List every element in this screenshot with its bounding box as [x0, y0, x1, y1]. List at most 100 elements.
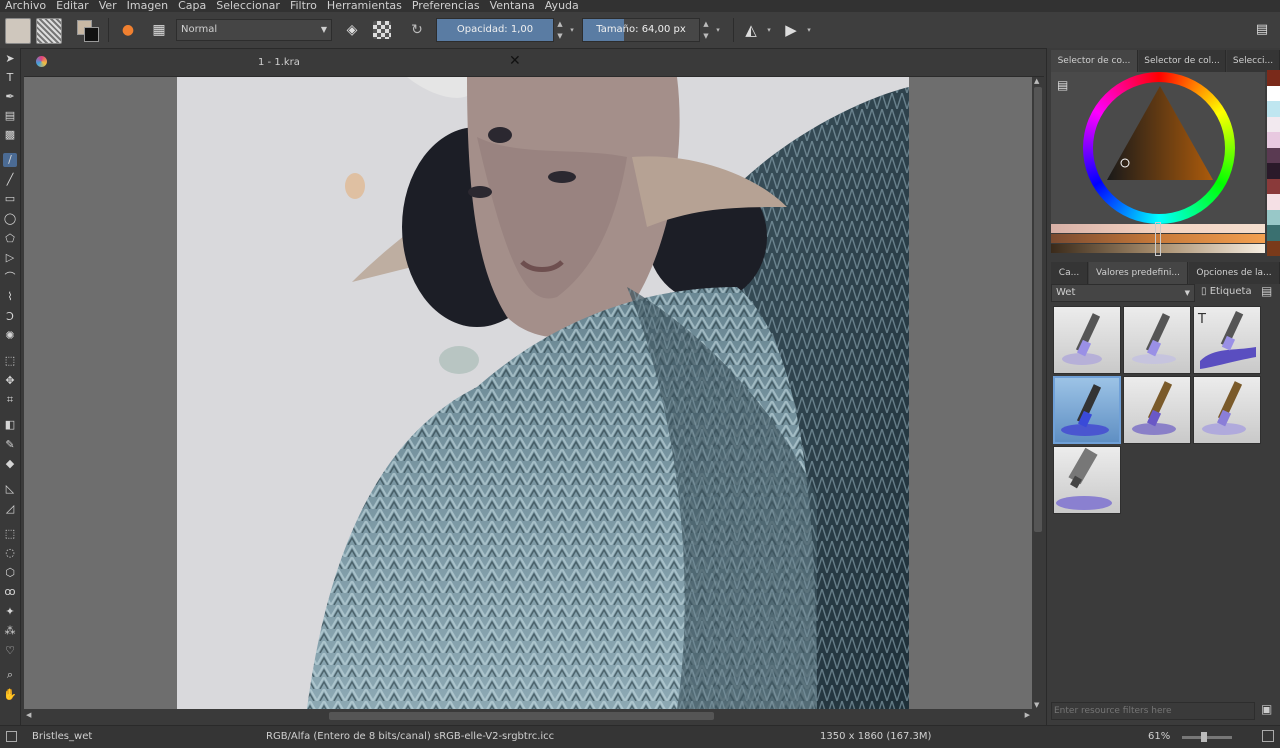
tab-advanced-color-selector[interactable]: Selector de co...: [1051, 50, 1138, 72]
select-shapes-tool-icon[interactable]: ➤: [3, 52, 17, 66]
shade-marker[interactable]: [1155, 222, 1161, 256]
color-swatch[interactable]: [1267, 85, 1280, 101]
rectangle-tool-icon[interactable]: ▭: [3, 192, 17, 206]
menu-capa[interactable]: Capa: [173, 0, 211, 12]
pattern-swatch-button[interactable]: [5, 18, 31, 44]
mirror-vertical-icon[interactable]: ▶: [779, 18, 803, 42]
contiguous-select-tool-icon[interactable]: ✦: [3, 605, 17, 619]
mirror-horizontal-icon[interactable]: ◭: [739, 18, 763, 42]
freehand-path-tool-icon[interactable]: ⌇: [3, 290, 17, 304]
alpha-lock-icon[interactable]: [373, 21, 391, 39]
brush-preset-5[interactable]: [1123, 376, 1191, 444]
color-swatch[interactable]: [1267, 240, 1280, 256]
color-selector-settings-icon[interactable]: ▤: [1057, 78, 1068, 92]
menu-herramientas[interactable]: Herramientas: [322, 0, 407, 12]
pattern-edit-tool-icon[interactable]: ▩: [3, 128, 17, 142]
color-swatch[interactable]: [1267, 147, 1280, 163]
tab-tool-options[interactable]: Opciones de la...: [1189, 262, 1280, 284]
measure-tool-icon[interactable]: ◿: [3, 502, 17, 516]
move-tool-icon[interactable]: ✥: [3, 374, 17, 388]
color-swatch[interactable]: [1267, 225, 1280, 241]
similar-select-tool-icon[interactable]: ⁂: [3, 624, 17, 638]
close-tab-icon[interactable]: ✕: [509, 53, 521, 69]
zoom-tool-icon[interactable]: ⌕: [3, 668, 17, 682]
tab-brush-presets[interactable]: Valores predefini...: [1089, 262, 1188, 284]
opacity-menu-chevron-icon[interactable]: ▾: [567, 18, 577, 42]
polyline-tool-icon[interactable]: ▷: [3, 251, 17, 265]
preset-filter-select[interactable]: Wet ▼: [1051, 284, 1195, 302]
menu-editar[interactable]: Editar: [51, 0, 94, 12]
freehand-select-tool-icon[interactable]: ꝏ: [3, 585, 17, 599]
color-swatch[interactable]: [1267, 116, 1280, 132]
mirror-h-chevron-icon[interactable]: ▾: [764, 18, 774, 42]
saturation-value-triangle[interactable]: [1105, 84, 1215, 184]
tab-brush-categories[interactable]: Ca...: [1051, 262, 1088, 284]
preset-view-options-icon[interactable]: ▤: [1261, 284, 1272, 298]
menu-ver[interactable]: Ver: [94, 0, 122, 12]
vertical-scroll-thumb[interactable]: [1034, 87, 1042, 532]
reload-preset-icon[interactable]: ↻: [405, 18, 429, 42]
ellipse-tool-icon[interactable]: ◯: [3, 212, 17, 226]
rect-select-tool-icon[interactable]: ⬚: [3, 527, 17, 541]
scroll-right-arrow-icon[interactable]: ▶: [1025, 711, 1030, 719]
ellipse-select-tool-icon[interactable]: ◌: [3, 546, 17, 560]
menu-imagen[interactable]: Imagen: [122, 0, 173, 12]
color-swatch[interactable]: [1267, 101, 1280, 117]
tab-selector-3[interactable]: Selecci...: [1227, 50, 1280, 72]
color-swatch[interactable]: [1267, 163, 1280, 179]
opacity-slider[interactable]: Opacidad: 1,00: [436, 18, 554, 42]
workspace-menu-icon[interactable]: ▤: [1250, 18, 1274, 42]
size-spin[interactable]: ▲ ▼: [701, 18, 711, 42]
gradient-icon[interactable]: ●: [116, 18, 140, 42]
canvas-only-toggle-icon[interactable]: [1262, 730, 1274, 742]
size-slider[interactable]: Tamaño: 64,00 px: [582, 18, 700, 42]
blend-mode-select[interactable]: Normal ▼: [176, 19, 332, 41]
assistant-tool-icon[interactable]: ◺: [3, 482, 17, 496]
color-picker-tool-icon[interactable]: ✎: [3, 438, 17, 452]
brush-preset-1[interactable]: [1053, 306, 1121, 374]
dynamic-brush-tool-icon[interactable]: Ↄ: [3, 310, 17, 324]
scroll-left-arrow-icon[interactable]: ◀: [26, 711, 31, 719]
color-swatch[interactable]: [1267, 194, 1280, 210]
document-tab[interactable]: 1 - 1.kra: [24, 50, 534, 76]
line-tool-icon[interactable]: ╱: [3, 173, 17, 187]
brush-preset-7[interactable]: [1053, 446, 1121, 514]
menu-ventana[interactable]: Ventana: [485, 0, 540, 12]
text-tool-icon[interactable]: T: [3, 71, 17, 85]
color-swatch[interactable]: [1267, 132, 1280, 148]
pan-tool-icon[interactable]: ✋: [3, 688, 17, 702]
zoom-slider[interactable]: [1182, 732, 1232, 742]
bezier-select-tool-icon[interactable]: ♡: [3, 644, 17, 658]
scroll-down-arrow-icon[interactable]: ▼: [1034, 701, 1039, 709]
opacity-spin[interactable]: ▲ ▼: [555, 18, 565, 42]
menu-preferencias[interactable]: Preferencias: [407, 0, 485, 12]
resource-filter-input[interactable]: [1051, 702, 1255, 720]
zoom-slider-handle[interactable]: [1201, 732, 1207, 742]
horizontal-scrollbar[interactable]: ◀ ▶: [24, 709, 1032, 723]
color-selector[interactable]: ▤: [1051, 72, 1265, 232]
color-swatch[interactable]: [1267, 209, 1280, 225]
menu-ayuda[interactable]: Ayuda: [540, 0, 584, 12]
brush-tip-button[interactable]: [36, 18, 62, 44]
menu-seleccionar[interactable]: Seleccionar: [211, 0, 285, 12]
gradient-tool-icon[interactable]: ◧: [3, 418, 17, 432]
crop-tool-icon[interactable]: ⌗: [3, 393, 17, 407]
brush-preset-2[interactable]: [1123, 306, 1191, 374]
painting-canvas[interactable]: [177, 77, 909, 709]
save-filter-icon[interactable]: ▣: [1261, 702, 1272, 716]
polygon-tool-icon[interactable]: ⬠: [3, 232, 17, 246]
fill-tool-icon[interactable]: ◆: [3, 457, 17, 471]
bezier-tool-icon[interactable]: ⌒: [3, 271, 17, 285]
presets-grid-icon[interactable]: ▦: [147, 18, 171, 42]
color-swatch[interactable]: [1267, 178, 1280, 194]
size-menu-chevron-icon[interactable]: ▾: [713, 18, 723, 42]
menu-archivo[interactable]: Archivo: [0, 0, 51, 12]
horizontal-scroll-thumb[interactable]: [329, 712, 714, 720]
scroll-up-arrow-icon[interactable]: ▲: [1034, 77, 1039, 85]
transform-tool-icon[interactable]: ⬚: [3, 354, 17, 368]
fg-bg-colors-button[interactable]: [75, 18, 99, 42]
polygon-select-tool-icon[interactable]: ⬡: [3, 566, 17, 580]
freehand-brush-tool-icon[interactable]: /: [3, 153, 17, 167]
brush-preset-6[interactable]: [1193, 376, 1261, 444]
color-swatch[interactable]: [1267, 70, 1280, 86]
